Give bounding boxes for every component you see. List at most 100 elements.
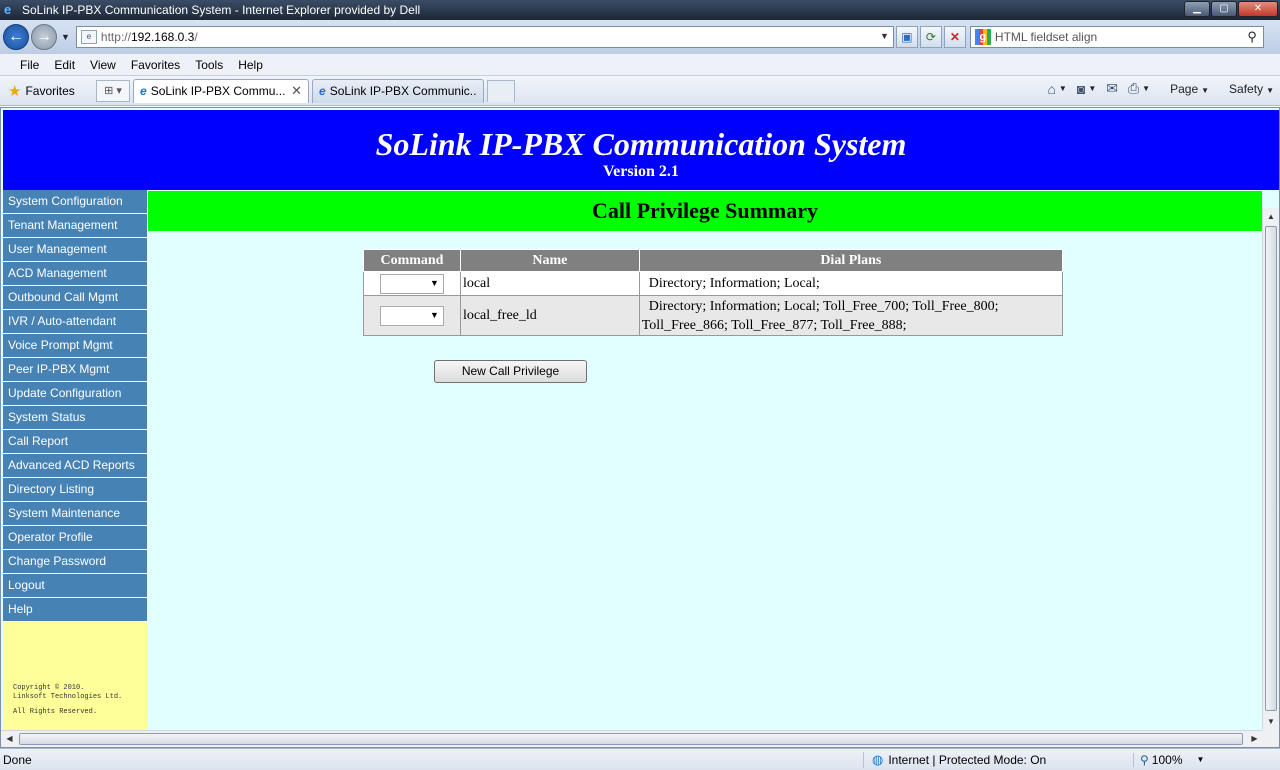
command-cell: ▼ [363,271,461,296]
print-icon[interactable]: ⎙ [1128,80,1139,97]
vertical-scroll-thumb[interactable] [1265,226,1277,711]
scroll-down-icon[interactable]: ▼ [1263,713,1279,730]
menu-view[interactable]: View [90,58,116,72]
tab-ie-icon: e [140,84,147,98]
close-tab-icon[interactable]: ✕ [291,83,302,99]
menu-favorites[interactable]: Favorites [131,58,180,72]
home-icon[interactable]: ⌂ [1047,81,1055,97]
nav-system-maintenance[interactable]: System Maintenance [3,502,147,526]
nav-operator-profile[interactable]: Operator Profile [3,526,147,550]
page-menu[interactable]: Page ▼ [1160,82,1209,96]
zoom-dropdown-icon[interactable]: ▼ [1197,755,1205,764]
column-header-name: Name [459,249,640,272]
nav-acd-management[interactable]: ACD Management [3,262,147,286]
status-bar: Done ◍ Internet | Protected Mode: On ⚲ 1… [0,748,1280,770]
minimize-button[interactable]: ▁ [1184,1,1210,17]
nav-system-status[interactable]: System Status [3,406,147,430]
home-dropdown-icon[interactable]: ▼ [1059,84,1067,93]
copyright-rights: All Rights Reserved. [13,708,98,716]
scroll-right-icon[interactable]: ▶ [1246,731,1263,747]
tab-active[interactable]: e SoLink IP-PBX Commu... ✕ [133,78,309,103]
menu-tools[interactable]: Tools [195,58,223,72]
nav-peer-ip-pbx-mgmt[interactable]: Peer IP-PBX Mgmt [3,358,147,382]
chevron-down-icon: ▼ [430,277,439,288]
search-input[interactable]: g HTML fieldset align ⚲ [969,26,1264,48]
command-select[interactable]: ▼ [379,305,444,326]
address-input[interactable]: e http://192.168.0.3/ ▼ [75,26,894,48]
vertical-scrollbar[interactable]: ▲ ▼ [1262,208,1279,730]
nav-tenant-management[interactable]: Tenant Management [3,214,147,238]
nav-logout[interactable]: Logout [3,574,147,598]
app-title: SoLink IP-PBX Communication System [375,126,907,162]
copyright-line: Copyright © 2010. [13,684,85,692]
tab-bar: ★ Favorites ⊞ ▾ e SoLink IP-PBX Commu...… [0,76,1280,106]
google-icon: g [974,29,991,45]
new-tab-button[interactable] [487,79,515,102]
column-header-command: Command [363,249,461,272]
compatibility-view-button[interactable]: ▣ [895,26,918,48]
nav-directory-listing[interactable]: Directory Listing [3,478,147,502]
nav-system-configuration[interactable]: System Configuration [3,190,147,214]
nav-voice-prompt-mgmt[interactable]: Voice Prompt Mgmt [3,334,147,358]
forward-button[interactable]: → [31,24,57,50]
favorites-button[interactable]: ★ Favorites [8,82,94,100]
zoom-level: 100% [1151,752,1183,767]
security-zone[interactable]: ◍ Internet | Protected Mode: On [863,751,1133,768]
tab-ie-icon: e [319,84,326,98]
nav-help[interactable]: Help [3,598,147,622]
zoom-icon: ⚲ [1140,752,1149,767]
menu-file[interactable]: File [20,58,39,72]
scroll-up-icon[interactable]: ▲ [1263,208,1279,225]
close-window-button[interactable]: ✕ [1238,1,1278,17]
print-dropdown-icon[interactable]: ▼ [1142,84,1150,93]
call-privilege-table: Command Name Dial Plans ▼ local Director… [363,249,1064,336]
page-icon: e [80,30,97,44]
copyright-notice: Copyright © 2010. Linksoft Technologies … [13,684,122,717]
search-icon[interactable]: ⚲ [1247,29,1257,45]
address-dropdown-icon[interactable]: ▼ [880,31,889,41]
nav-ivr-auto-attendant[interactable]: IVR / Auto-attendant [3,310,147,334]
nav-user-management[interactable]: User Management [3,238,147,262]
chevron-down-icon: ▼ [430,309,439,320]
nav-update-configuration[interactable]: Update Configuration [3,382,147,406]
tab-inactive[interactable]: e SoLink IP-PBX Communic... [312,78,484,103]
command-bar: ⌂ ▼ ◙ ▼ ✉ ⎙ ▼ Page ▼ Safety ▼ [1037,80,1274,97]
app-header: SoLink IP-PBX Communication System Versi… [3,110,1279,190]
sidebar: System Configuration Tenant Management U… [3,190,147,730]
status-text: Done [3,752,32,767]
nav-advanced-acd-reports[interactable]: Advanced ACD Reports [3,454,147,478]
back-arrow-icon: ← [8,28,24,45]
horizontal-scrollbar[interactable]: ◀ ▶ [1,730,1263,747]
feeds-icon[interactable]: ◙ [1077,81,1085,97]
safety-menu[interactable]: Safety ▼ [1219,82,1274,96]
horizontal-scroll-thumb[interactable] [19,733,1243,745]
nav-call-report[interactable]: Call Report [3,430,147,454]
quick-tabs-button[interactable]: ⊞ ▾ [96,79,130,102]
feeds-dropdown-icon[interactable]: ▼ [1088,84,1096,93]
maximize-button[interactable]: ▢ [1211,1,1237,17]
menu-edit[interactable]: Edit [54,58,75,72]
page-title: Call Privilege Summary [148,191,1262,231]
window-title-bar: e SoLink IP-PBX Communication System - I… [0,0,1280,20]
tab-label: SoLink IP-PBX Commu... [150,84,286,98]
mail-icon[interactable]: ✉ [1106,80,1118,97]
scrollbar-corner [1262,730,1279,747]
forward-arrow-icon: → [36,28,52,45]
privilege-name: local_free_ld [459,295,640,336]
stop-button[interactable]: ✕ [943,26,966,48]
command-select[interactable]: ▼ [379,273,444,294]
zoom-control[interactable]: ⚲ 100% ▼ [1133,752,1205,767]
history-dropdown-icon[interactable]: ▼ [61,32,70,42]
menu-bar: File Edit View Favorites Tools Help [0,54,1280,76]
refresh-button[interactable]: ⟳ [919,26,942,48]
globe-icon: ◍ [872,751,884,767]
nav-change-password[interactable]: Change Password [3,550,147,574]
menu-help[interactable]: Help [238,58,263,72]
back-button[interactable]: ← [3,24,29,50]
scroll-left-icon[interactable]: ◀ [1,731,18,747]
table-row: ▼ local_free_ld Directory; Information; … [363,295,1064,336]
address-toolbar: ← → ▼ e http://192.168.0.3/ ▼ ▣ ⟳ ✕ g HT… [0,20,1280,54]
table-header-row: Command Name Dial Plans [363,249,1064,272]
new-call-privilege-button[interactable]: New Call Privilege [434,360,587,383]
nav-outbound-call-mgmt[interactable]: Outbound Call Mgmt [3,286,147,310]
